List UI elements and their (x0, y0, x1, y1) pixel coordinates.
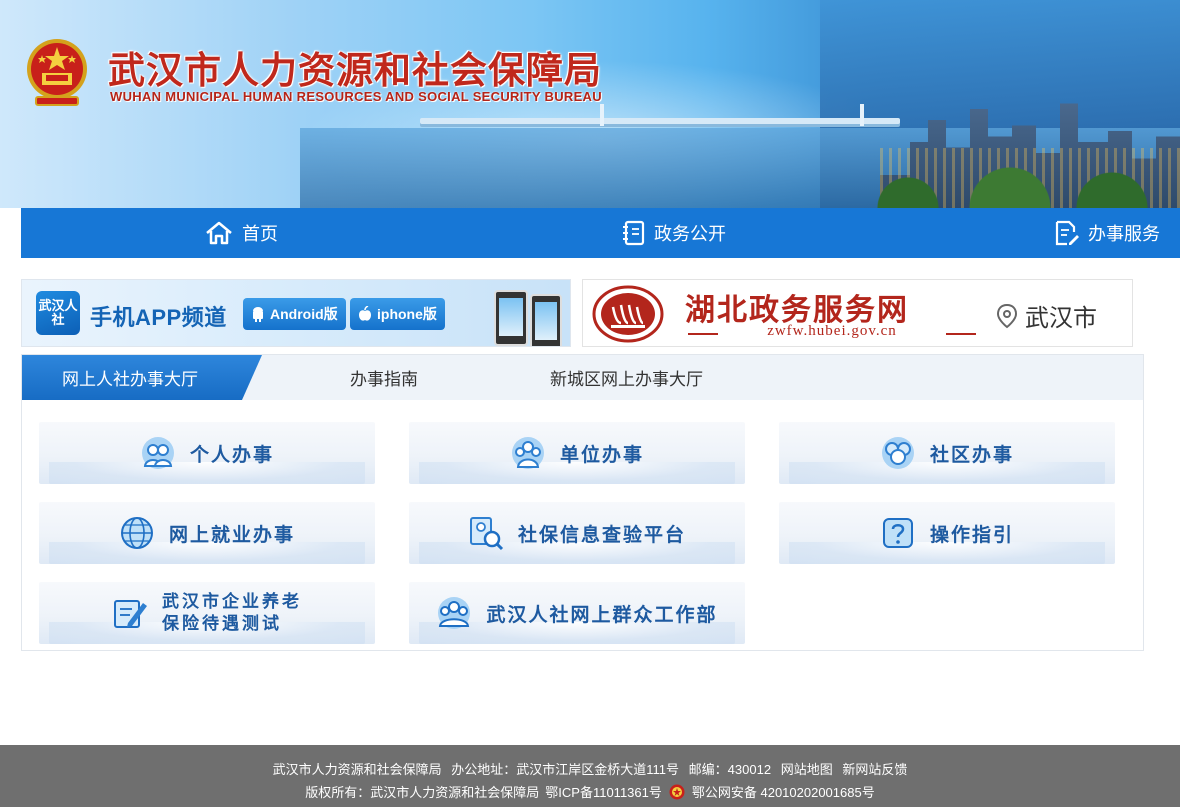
service-employer-label: 单位办事 (559, 444, 644, 466)
service-social-security-check[interactable]: 社保信息查验平台 (409, 502, 745, 564)
location-city: 武汉市 (1025, 305, 1097, 332)
service-public-work-dept[interactable]: 武汉人社网上群众工作部 (409, 582, 745, 644)
hubei-gov-service-url: zwfw.hubei.gov.cn (688, 323, 976, 340)
nav-government-affairs-label: 政务公开 (654, 224, 726, 244)
footer-feedback-link[interactable]: 新网站反馈 (842, 762, 907, 777)
footer-line-2: 版权所有：武汉市人力资源和社会保障局 鄂ICP备11011361号 鄂公网安备 … (0, 782, 1180, 801)
footer-sitemap-link[interactable]: 网站地图 (781, 762, 833, 777)
bridge-tower (600, 104, 604, 126)
help-icon (882, 518, 913, 548)
banner-bridge (420, 118, 900, 124)
people-icon (141, 437, 174, 469)
location-selector[interactable]: 武汉市 (995, 298, 1097, 333)
footer-icp-link[interactable]: 鄂ICP备11011361号 (545, 782, 662, 801)
android-icon (253, 307, 263, 322)
footer-line-1: 武汉市人力资源和社会保障局 办公地址：武汉市江岸区金桥大道111号 邮编：430… (0, 759, 1180, 778)
iphone-download-button[interactable]: iphone版 (350, 298, 445, 330)
banner-trees (840, 138, 1180, 208)
footer-police-record[interactable]: 鄂公网安备 42010202001685号 (692, 782, 875, 801)
app-channel-title: 手机APP频道 (90, 305, 227, 330)
header-banner: 武汉市人力资源和社会保障局 WUHAN MUNICIPAL HUMAN RESO… (0, 0, 1180, 208)
service-operation-guide[interactable]: 操作指引 (779, 502, 1115, 564)
national-emblem-icon (27, 39, 87, 106)
tab-guide[interactable]: 办事指南 (350, 355, 418, 400)
tab-new-district-hall-label: 新城区网上办事大厅 (550, 370, 703, 389)
magnifier-user-icon (469, 517, 504, 551)
site-footer: 武汉市人力资源和社会保障局 办公地址：武汉市江岸区金桥大道111号 邮编：430… (0, 745, 1180, 807)
home-icon (206, 221, 232, 245)
service-employment[interactable]: 网上就业办事 (39, 502, 375, 564)
hubei-gov-service-banner[interactable]: 湖北政务服务网 zwfw.hubei.gov.cn 武汉市 (582, 279, 1133, 347)
tab-online-hall-label: 网上人社办事大厅 (62, 370, 198, 389)
edit-form-icon (114, 600, 147, 628)
site-title: 武汉市人力资源和社会保障局 (108, 48, 602, 92)
nav-services[interactable]: 办事服务 (1054, 208, 1160, 258)
footer-address: 办公地址：武汉市江岸区金桥大道111号 (451, 762, 680, 777)
service-personal-label: 个人办事 (189, 444, 274, 466)
service-pension-test-label: 武汉市企业养老 保险待遇测试 (162, 591, 302, 635)
phone-mockup (530, 294, 562, 346)
android-download-button[interactable]: Android版 (243, 298, 346, 330)
nav-services-label: 办事服务 (1088, 224, 1160, 244)
services-tabbar: 网上人社办事大厅 办事指南 新城区网上办事大厅 (22, 355, 1143, 400)
community-icon (881, 437, 914, 469)
hubei-gov-seal-icon (592, 285, 664, 343)
document-edit-icon (1055, 220, 1079, 246)
android-label: Android版 (270, 306, 338, 322)
service-employment-label: 网上就业办事 (168, 524, 295, 546)
notebook-icon (623, 220, 645, 246)
service-community[interactable]: 社区办事 (779, 422, 1115, 484)
service-pension-test[interactable]: 武汉市企业养老 保险待遇测试 (39, 582, 375, 644)
footer-copyright: 版权所有：武汉市人力资源和社会保障局 (305, 785, 540, 800)
nav-home-label: 首页 (242, 224, 278, 244)
service-pension-test-line2: 保险待遇测试 (162, 614, 282, 633)
main-nav: 首页 政务公开 办事服务 (21, 208, 1180, 258)
services-panel: 网上人社办事大厅 办事指南 新城区网上办事大厅 个人办事 单位办事 社区办事 网… (21, 354, 1144, 651)
phone-mockup (494, 290, 528, 346)
footer-org: 武汉市人力资源和社会保障局 (272, 762, 442, 777)
footer-postcode: 邮编：430012 (688, 762, 772, 777)
apple-icon (359, 306, 371, 321)
group-icon (511, 437, 544, 469)
service-personal[interactable]: 个人办事 (39, 422, 375, 484)
service-employer[interactable]: 单位办事 (409, 422, 745, 484)
app-logo-badge: 武汉人社 (36, 291, 80, 335)
tab-new-district-hall[interactable]: 新城区网上办事大厅 (550, 355, 703, 400)
tab-guide-label: 办事指南 (350, 370, 418, 389)
tab-online-hall[interactable]: 网上人社办事大厅 (22, 355, 262, 400)
bridge-tower (860, 104, 864, 126)
app-channel-banner[interactable]: 武汉人社 手机APP频道 Android版 iphone版 (21, 279, 571, 347)
service-social-security-check-label: 社保信息查验平台 (517, 524, 686, 546)
service-community-label: 社区办事 (929, 444, 1014, 466)
service-operation-guide-label: 操作指引 (929, 524, 1014, 546)
iphone-label: iphone版 (377, 306, 437, 322)
crowd-icon (438, 597, 471, 629)
nav-government-affairs[interactable]: 政务公开 (622, 208, 726, 258)
location-pin-icon (996, 303, 1018, 328)
police-badge-icon (669, 784, 685, 799)
globe-icon (120, 517, 153, 549)
service-pension-test-line1: 武汉市企业养老 (162, 592, 302, 611)
service-public-work-dept-label: 武汉人社网上群众工作部 (486, 604, 718, 626)
site-subtitle: WUHAN MUNICIPAL HUMAN RESOURCES AND SOCI… (110, 89, 602, 104)
nav-home[interactable]: 首页 (204, 208, 278, 258)
